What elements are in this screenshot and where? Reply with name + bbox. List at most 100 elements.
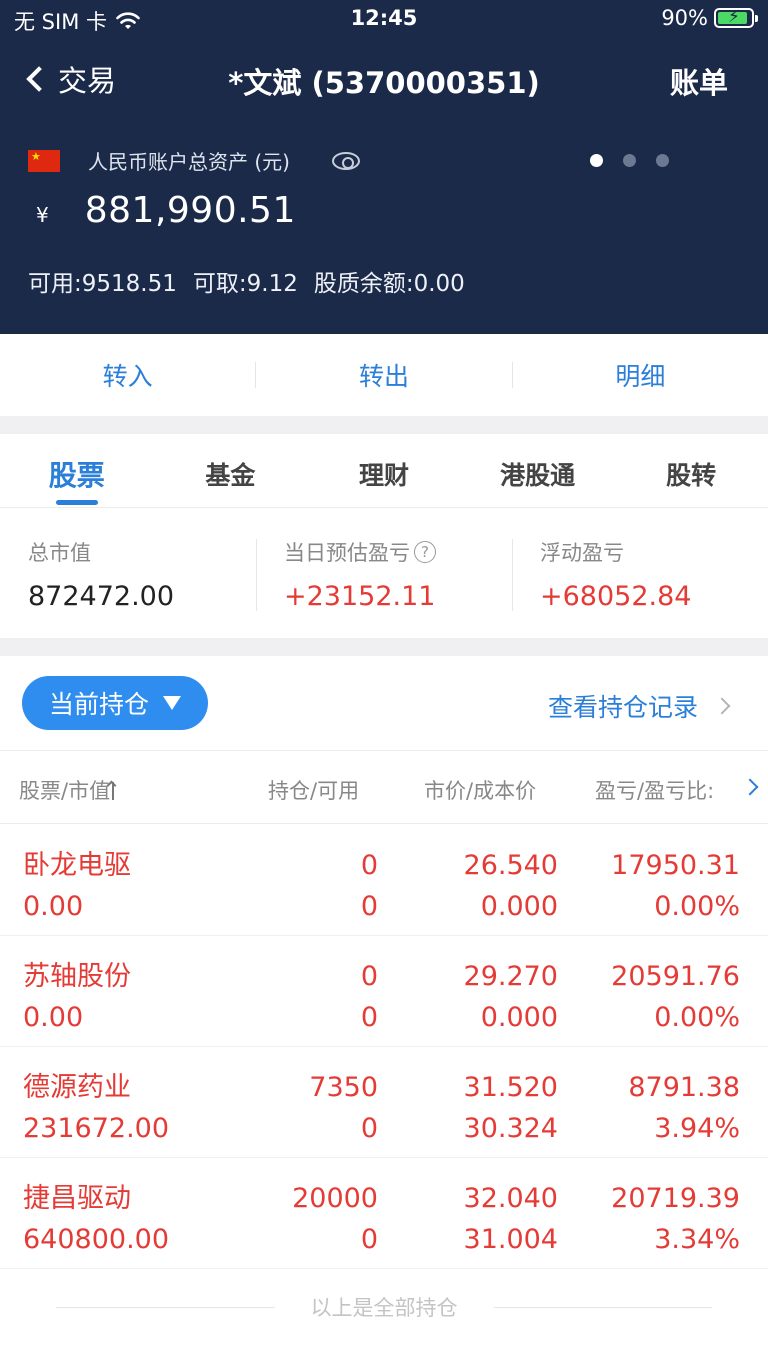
help-icon[interactable]: ? bbox=[414, 541, 436, 563]
active-tab-indicator bbox=[56, 500, 98, 505]
tab-hk-connect[interactable]: 港股通 bbox=[461, 434, 615, 507]
cost-price: 31.004 bbox=[463, 1224, 558, 1255]
column-header-name[interactable]: 股票/市值 bbox=[19, 775, 115, 805]
stat-market-value: 总市值 872472.00 bbox=[0, 509, 256, 637]
column-header-price[interactable]: 市价/成本价 bbox=[424, 775, 536, 805]
section-gap bbox=[0, 416, 768, 434]
stock-name: 捷昌驱动 bbox=[23, 1183, 131, 1214]
summary-stats: 总市值 872472.00 当日预估盈亏 ? +23152.11 浮动盈亏 +6… bbox=[0, 509, 768, 637]
account-label-row: ★ 人民币账户总资产 (元) bbox=[28, 146, 360, 175]
positions-table: 卧龙电驱 0.00 0 0 26.540 0.000 17950.31 0.00… bbox=[0, 825, 768, 1269]
account-header: 无 SIM 卡 12:45 90% ⚡ 交易 *文斌 (5370000351) … bbox=[0, 0, 768, 334]
position-filter-label: 当前持仓 bbox=[48, 690, 149, 719]
column-header-hold[interactable]: 持仓/可用 bbox=[268, 775, 359, 805]
tab-stock[interactable]: 股票 bbox=[0, 434, 154, 507]
profit-loss-ratio: 3.34% bbox=[654, 1224, 740, 1255]
position-filter-dropdown[interactable]: 当前持仓 bbox=[22, 676, 208, 730]
clock: 12:45 bbox=[350, 6, 418, 30]
battery-percent: 90% bbox=[661, 6, 708, 30]
profit-loss: 17950.31 bbox=[611, 850, 740, 881]
cost-price: 0.000 bbox=[480, 1002, 558, 1033]
available-qty: 0 bbox=[360, 1113, 378, 1144]
chevron-right-icon[interactable] bbox=[741, 778, 759, 796]
transfer-in-button[interactable]: 转入 bbox=[0, 357, 255, 393]
page-dot bbox=[656, 154, 669, 167]
stat-label: 当日预估盈亏 bbox=[284, 541, 410, 565]
stock-name: 卧龙电驱 bbox=[23, 850, 131, 881]
stock-name: 德源药业 bbox=[23, 1072, 131, 1103]
stock-name: 苏轴股份 bbox=[23, 961, 131, 992]
cost-price: 30.324 bbox=[463, 1113, 558, 1144]
table-row[interactable]: 德源药业 231672.00 7350 0 31.520 30.324 8791… bbox=[0, 1047, 768, 1158]
divider bbox=[56, 1306, 275, 1308]
column-header-label: 股票/市值 bbox=[19, 779, 111, 803]
triangle-down-icon bbox=[163, 696, 181, 710]
column-header-pl[interactable]: 盈亏/盈亏比: bbox=[595, 775, 735, 805]
stat-value: 872472.00 bbox=[28, 581, 175, 612]
available-balance: 可用:9518.51 bbox=[28, 271, 177, 297]
stat-label: 浮动盈亏 bbox=[540, 541, 624, 565]
pledge-balance: 股质余额:0.00 bbox=[313, 271, 465, 297]
stat-label: 总市值 bbox=[28, 541, 91, 565]
stat-value: +23152.11 bbox=[284, 581, 436, 612]
tab-wealth[interactable]: 理财 bbox=[307, 434, 461, 507]
table-row[interactable]: 苏轴股份 0.00 0 0 29.270 0.000 20591.76 0.00… bbox=[0, 936, 768, 1047]
holding-qty: 7350 bbox=[309, 1072, 378, 1103]
cost-price: 0.000 bbox=[480, 891, 558, 922]
market-value: 0.00 bbox=[23, 891, 84, 922]
china-flag-icon: ★ bbox=[28, 149, 60, 172]
page-title: *文斌 (5370000351) bbox=[228, 66, 540, 100]
profit-loss: 20591.76 bbox=[611, 961, 740, 992]
page-dot bbox=[590, 154, 603, 167]
market-value: 231672.00 bbox=[23, 1113, 170, 1144]
tab-share-transfer[interactable]: 股转 bbox=[614, 434, 768, 507]
market-value: 640800.00 bbox=[23, 1224, 170, 1255]
eye-icon[interactable] bbox=[331, 151, 360, 170]
battery-icon: ⚡ bbox=[714, 7, 758, 28]
available-qty: 0 bbox=[360, 891, 378, 922]
stat-value: +68052.84 bbox=[540, 581, 692, 612]
status-bar: 无 SIM 卡 12:45 90% ⚡ bbox=[0, 0, 768, 40]
profit-loss-ratio: 0.00% bbox=[654, 891, 740, 922]
charging-bolt-icon: ⚡ bbox=[728, 7, 740, 27]
position-record-link[interactable]: 查看持仓记录 bbox=[547, 688, 731, 724]
nav-bar: 交易 *文斌 (5370000351) 账单 bbox=[0, 50, 768, 110]
transfer-out-button[interactable]: 转出 bbox=[256, 357, 511, 393]
balance-details: 可用:9518.51 可取:9.12 股质余额:0.00 bbox=[28, 264, 465, 298]
profit-loss: 8791.38 bbox=[628, 1072, 740, 1103]
section-gap bbox=[0, 638, 768, 656]
currency-symbol: ¥ bbox=[36, 203, 49, 227]
asset-tabs: 股票 基金 理财 港股通 股转 bbox=[0, 434, 768, 508]
profit-loss-ratio: 0.00% bbox=[654, 1002, 740, 1033]
stat-floating-pl: 浮动盈亏 +68052.84 bbox=[512, 509, 768, 637]
bill-button[interactable]: 账单 bbox=[670, 60, 728, 102]
position-record-label: 查看持仓记录 bbox=[547, 693, 698, 722]
total-assets-value: 881,990.51 bbox=[84, 190, 296, 231]
market-price: 26.540 bbox=[463, 850, 558, 881]
table-row[interactable]: 卧龙电驱 0.00 0 0 26.540 0.000 17950.31 0.00… bbox=[0, 825, 768, 936]
holding-qty: 20000 bbox=[292, 1183, 378, 1214]
market-price: 32.040 bbox=[463, 1183, 558, 1214]
withdrawable-balance: 可取:9.12 bbox=[192, 271, 298, 297]
table-row[interactable]: 捷昌驱动 640800.00 20000 0 32.040 31.004 207… bbox=[0, 1158, 768, 1269]
total-assets: ¥ 881,990.51 bbox=[36, 190, 296, 231]
market-price: 31.520 bbox=[463, 1072, 558, 1103]
account-label: 人民币账户总资产 (元) bbox=[88, 150, 290, 174]
available-qty: 0 bbox=[360, 1224, 378, 1255]
divider bbox=[493, 1306, 712, 1308]
holding-qty: 0 bbox=[360, 961, 378, 992]
sort-icon bbox=[112, 782, 115, 800]
profit-loss: 20719.39 bbox=[611, 1183, 740, 1214]
table-header: 股票/市值 持仓/可用 市价/成本价 盈亏/盈亏比: bbox=[0, 750, 768, 824]
page-dot bbox=[623, 154, 636, 167]
holding-qty: 0 bbox=[360, 850, 378, 881]
market-price: 29.270 bbox=[463, 961, 558, 992]
tab-fund[interactable]: 基金 bbox=[154, 434, 308, 507]
transfer-bar: 转入 转出 明细 bbox=[0, 334, 768, 416]
footer-text: 以上是全部持仓 bbox=[310, 1296, 458, 1320]
profit-loss-ratio: 3.94% bbox=[654, 1113, 740, 1144]
available-qty: 0 bbox=[360, 1002, 378, 1033]
positions-header: 当前持仓 查看持仓记录 bbox=[0, 656, 768, 750]
detail-button[interactable]: 明细 bbox=[513, 357, 768, 393]
market-value: 0.00 bbox=[23, 1002, 84, 1033]
